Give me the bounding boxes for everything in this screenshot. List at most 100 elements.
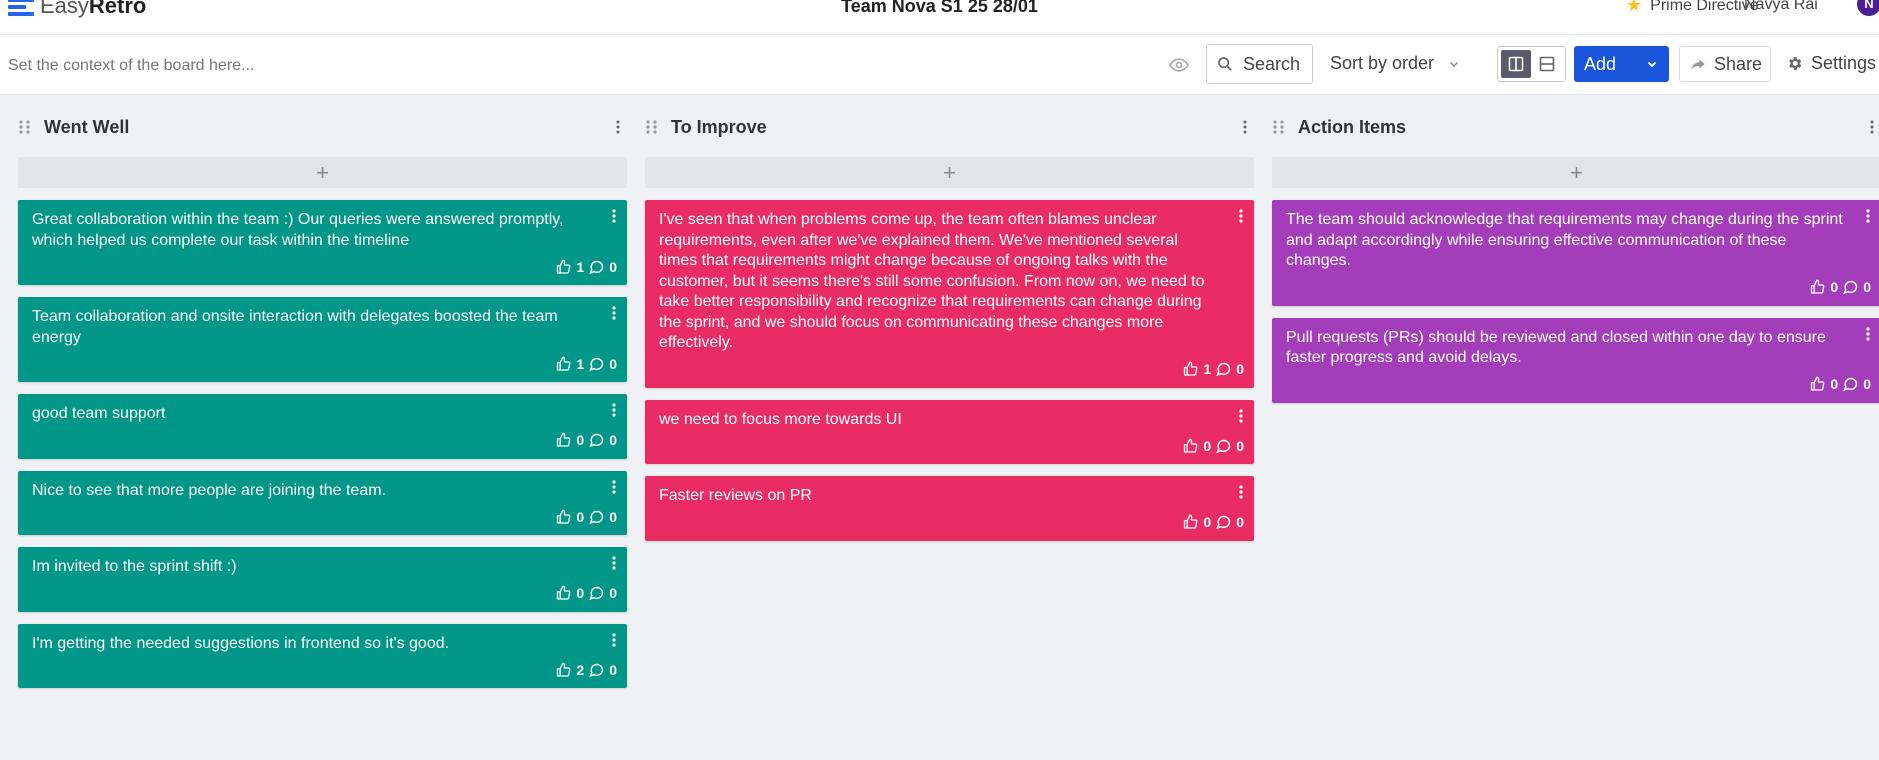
share-label: Share [1714,53,1763,74]
comment-button[interactable]: 0 [1215,359,1244,380]
like-button[interactable]: 0 [1809,277,1838,298]
more-vertical-icon[interactable] [1238,484,1244,500]
comment-count: 0 [1863,279,1871,295]
search-button[interactable]: Search [1206,44,1313,84]
retro-card[interactable]: Nice to see that more people are joining… [18,470,627,535]
comment-count: 0 [609,355,617,372]
comment-icon [589,510,604,525]
like-button[interactable]: 0 [1182,436,1211,457]
comment-button[interactable]: 0 [588,660,617,681]
comment-count: 0 [609,508,617,525]
like-button[interactable]: 1 [555,354,584,375]
more-vertical-icon[interactable] [1238,208,1244,224]
retro-card[interactable]: The team should acknowledge that require… [1272,200,1879,306]
drag-handle-icon[interactable] [1272,119,1286,135]
comment-button[interactable]: 0 [1842,374,1871,395]
retro-card[interactable]: I've seen that when problems come up, th… [645,200,1254,388]
comment-button[interactable]: 0 [588,257,617,278]
card-text: good team support [32,405,166,422]
more-vertical-icon[interactable] [1865,208,1871,224]
retro-card[interactable]: Team collaboration and onsite interactio… [18,297,627,382]
like-count: 0 [1203,437,1212,454]
board-title[interactable]: Team Nova S1 25 28/01 [841,0,1038,16]
more-vertical-icon[interactable] [611,402,617,418]
retro-card[interactable]: Faster reviews on PR 0 0 [645,476,1254,541]
comment-icon [1843,281,1858,295]
comment-icon [589,663,604,678]
comment-button[interactable]: 0 [1215,512,1244,533]
comment-button[interactable]: 0 [588,430,617,451]
drag-handle-icon[interactable] [645,119,659,135]
more-vertical-icon[interactable] [611,208,617,224]
comment-button[interactable]: 0 [588,354,617,375]
retro-card[interactable]: good team support 0 0 [18,394,627,459]
card-footer: 0 0 [1182,512,1244,533]
card-text: The team should acknowledge that require… [1286,211,1843,269]
search-icon [1218,57,1232,71]
drag-handle-icon[interactable] [18,119,32,135]
like-button[interactable]: 1 [555,257,584,278]
rows-view-button[interactable] [1533,50,1563,78]
prime-directive-link[interactable]: ★ Prime Directive [1626,0,1759,16]
like-count: 0 [576,432,585,448]
app-logo[interactable]: EasyRetro [8,0,146,18]
board-title-wrap: Team Nova S1 25 28/01 [0,0,1879,17]
comment-button[interactable]: 0 [1842,277,1871,298]
like-button[interactable]: 1 [1182,359,1211,380]
more-vertical-icon[interactable] [611,305,617,321]
card-text: Great collaboration within the team :) O… [32,211,564,249]
like-button[interactable]: 0 [1182,512,1211,533]
thumbs-up-icon [1811,279,1825,294]
avatar[interactable]: N [1857,0,1879,16]
add-card-button[interactable]: + [645,157,1254,188]
settings-label: Settings [1811,53,1877,73]
like-button[interactable]: 2 [555,660,584,681]
more-vertical-icon[interactable] [1867,119,1877,135]
plus-icon: + [1570,159,1583,185]
card-footer: 2 0 [555,660,617,681]
more-vertical-icon[interactable] [1238,408,1244,424]
card-text: Nice to see that more people are joining… [32,481,386,499]
add-dropdown-toggle[interactable] [1635,54,1669,75]
thumbs-up-icon [557,509,571,524]
retro-card[interactable]: I'm getting the needed suggestions in fr… [18,623,627,688]
plus-icon: + [316,159,329,185]
more-vertical-icon[interactable] [611,632,617,648]
more-vertical-icon[interactable] [613,119,623,135]
retro-card[interactable]: Im invited to the sprint shift :) 0 0 [18,547,627,612]
user-name[interactable]: Navya Rai [1744,0,1818,14]
more-vertical-icon[interactable] [1240,119,1250,135]
retro-card[interactable]: we need to focus more towards UI 0 0 [645,399,1254,464]
eye-icon[interactable] [1169,55,1189,75]
comment-button[interactable]: 0 [588,507,617,528]
sort-dropdown[interactable]: Sort by order [1330,53,1460,74]
share-button[interactable]: Share [1679,46,1771,82]
more-vertical-icon[interactable] [1865,326,1871,342]
sort-label: Sort by order [1330,53,1435,73]
comment-button[interactable]: 0 [588,583,617,604]
like-button[interactable]: 0 [555,507,584,528]
thumbs-up-icon [1184,514,1198,529]
share-icon [1691,59,1705,70]
more-vertical-icon[interactable] [611,479,617,495]
like-button[interactable]: 0 [555,430,584,451]
comment-button[interactable]: 0 [1215,436,1244,457]
like-button[interactable]: 0 [555,583,584,604]
add-card-button[interactable]: + [1272,157,1879,188]
add-button[interactable]: Add [1574,46,1669,82]
settings-button[interactable]: Settings [1786,53,1876,74]
like-count: 0 [1203,514,1212,530]
add-card-button[interactable]: + [18,157,627,188]
retro-card[interactable]: Great collaboration within the team :) O… [18,200,627,285]
columns-view-button[interactable] [1501,50,1531,78]
star-icon: ★ [1626,0,1643,15]
card-footer: 0 0 [1182,436,1244,457]
card-footer: 0 0 [555,583,617,604]
more-vertical-icon[interactable] [611,555,617,571]
retro-card[interactable]: Pull requests (PRs) should be reviewed a… [1272,317,1879,403]
like-button[interactable]: 0 [1809,374,1838,395]
thumbs-up-icon [1184,361,1198,376]
comment-count: 0 [1236,437,1244,454]
card-text: Im invited to the sprint shift :) [32,558,237,575]
board-context-input[interactable] [8,53,908,79]
